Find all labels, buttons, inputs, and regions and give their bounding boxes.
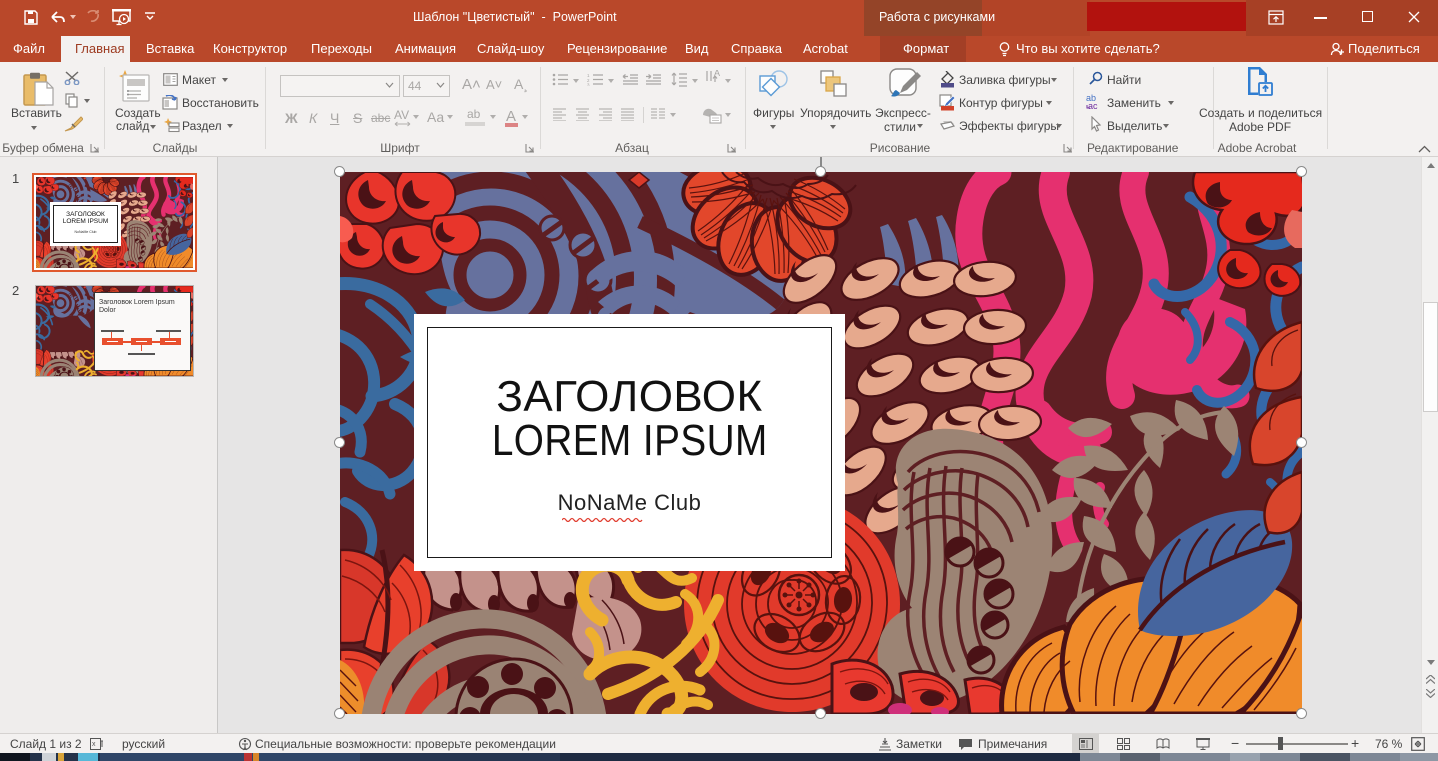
- svg-text:A: A: [714, 70, 720, 78]
- svg-text:ac: ac: [1088, 101, 1098, 110]
- svg-text:3: 3: [587, 83, 590, 87]
- svg-text:x: x: [92, 741, 96, 748]
